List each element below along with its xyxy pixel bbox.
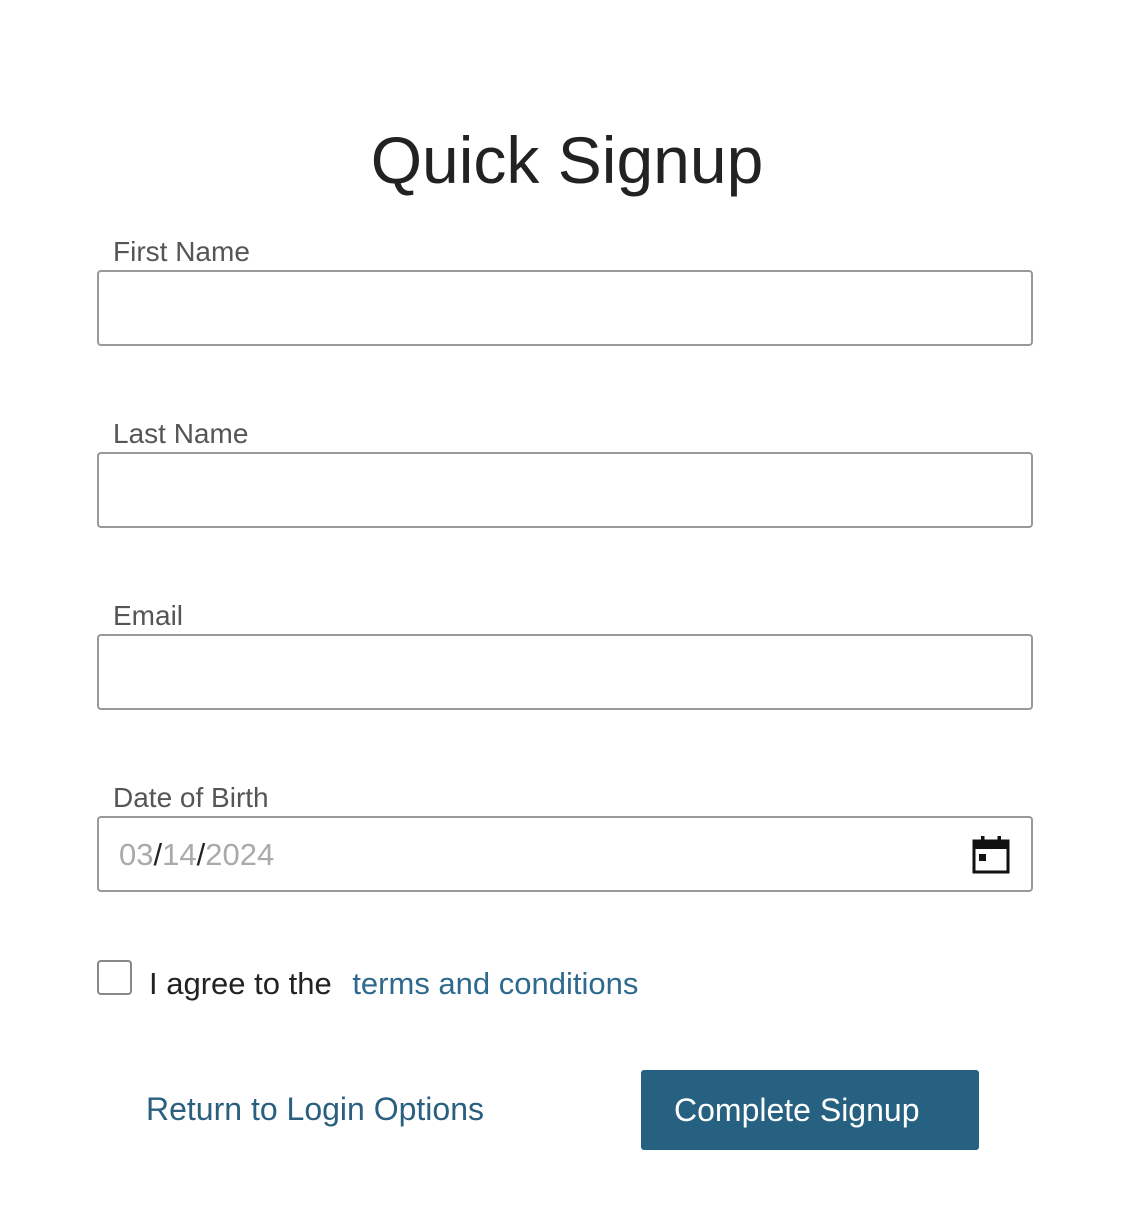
email-label: Email (113, 600, 184, 631)
terms-agreement: I agree to the terms and conditions (149, 964, 638, 1004)
dob-date-display[interactable]: 03/14/2024 (119, 818, 274, 890)
calendar-icon[interactable] (972, 836, 1010, 874)
dob-label: Date of Birth (113, 782, 269, 813)
dob-separator: / (196, 837, 206, 872)
dob-day-segment[interactable]: 14 (162, 837, 196, 872)
terms-checkbox[interactable] (97, 960, 132, 995)
return-to-login-link[interactable]: Return to Login Options (146, 1089, 484, 1129)
dob-year-segment[interactable]: 2024 (205, 837, 274, 872)
page-title: Quick Signup (370, 123, 764, 197)
last-name-field-box (97, 452, 1033, 528)
dob-month-segment[interactable]: 03 (119, 837, 153, 872)
email-input[interactable] (99, 636, 1031, 708)
complete-signup-button[interactable]: Complete Signup (641, 1070, 979, 1150)
first-name-label: First Name (113, 236, 250, 267)
first-name-input[interactable] (99, 272, 1031, 344)
terms-link[interactable]: terms and conditions (352, 966, 638, 1001)
first-name-field-box (97, 270, 1033, 346)
last-name-input[interactable] (99, 454, 1031, 526)
dob-field[interactable]: 03/14/2024 (97, 816, 1033, 892)
email-field-box (97, 634, 1033, 710)
dob-separator: / (153, 837, 163, 872)
terms-agreement-label: I agree to the (149, 966, 332, 1001)
last-name-label: Last Name (113, 418, 249, 449)
